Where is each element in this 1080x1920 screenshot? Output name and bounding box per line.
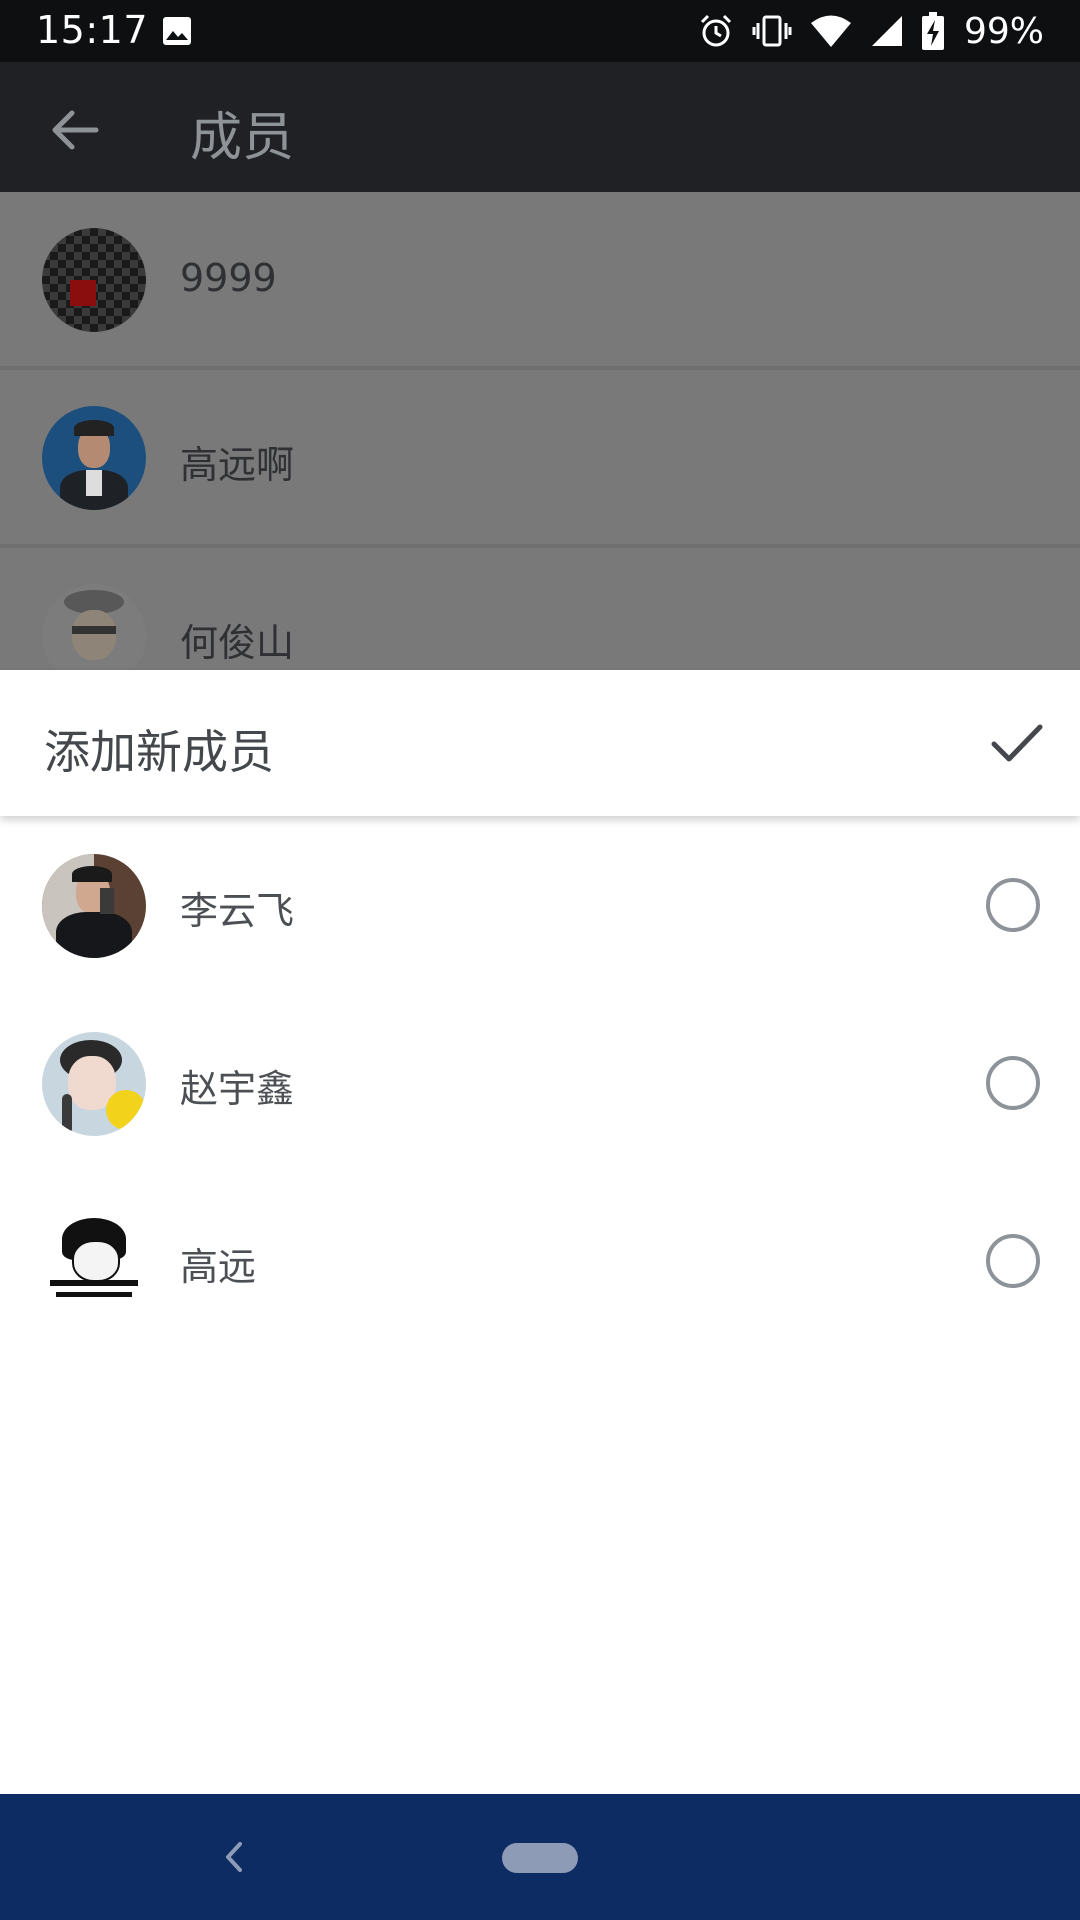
avatar [42, 584, 146, 672]
wifi-icon [810, 15, 851, 47]
nav-home-pill[interactable] [502, 1843, 578, 1873]
member-name: 9999 [180, 256, 277, 300]
candidate-name: 高远 [180, 1245, 257, 1289]
alarm-icon [700, 14, 732, 47]
status-bar: 15:17 99% [0, 0, 1080, 62]
member-name: 何俊山 [180, 621, 295, 665]
battery-charging-icon [921, 12, 944, 50]
nav-back-icon[interactable] [218, 1834, 248, 1880]
member-row[interactable]: 何俊山 [0, 548, 1080, 672]
candidate-row[interactable]: 高远 [0, 1172, 1080, 1350]
avatar [42, 406, 146, 510]
avatar [42, 1032, 146, 1136]
candidate-name: 李云飞 [180, 889, 295, 933]
status-time: 15:17 [36, 8, 149, 52]
add-member-sheet-header: 添加新成员 [0, 670, 1080, 816]
candidate-row[interactable]: 赵宇鑫 [0, 994, 1080, 1172]
sheet-title: 添加新成员 [44, 725, 274, 779]
back-arrow-icon[interactable] [46, 102, 102, 158]
page-title: 成员 [190, 108, 295, 168]
status-icons: 99% [698, 10, 1044, 52]
battery-percent: 99% [963, 10, 1044, 52]
member-row[interactable]: 高远啊 [0, 370, 1080, 548]
select-radio[interactable] [986, 1056, 1040, 1110]
candidate-list: 李云飞 赵宇鑫 高远 [0, 816, 1080, 1794]
member-row[interactable]: 9999 [0, 192, 1080, 370]
check-icon[interactable] [990, 722, 1044, 766]
image-icon [163, 17, 191, 45]
avatar [42, 854, 146, 958]
signal-icon [871, 16, 902, 46]
member-list: 9999 高远啊 何俊山 [0, 192, 1080, 672]
select-radio[interactable] [986, 1234, 1040, 1288]
vibrate-icon [752, 15, 792, 47]
candidate-row[interactable]: 李云飞 [0, 816, 1080, 994]
avatar [42, 1210, 146, 1314]
select-radio[interactable] [986, 878, 1040, 932]
member-name: 高远啊 [180, 443, 295, 487]
app-bar: 成员 [0, 62, 1080, 192]
avatar [42, 228, 146, 332]
candidate-name: 赵宇鑫 [180, 1067, 295, 1111]
